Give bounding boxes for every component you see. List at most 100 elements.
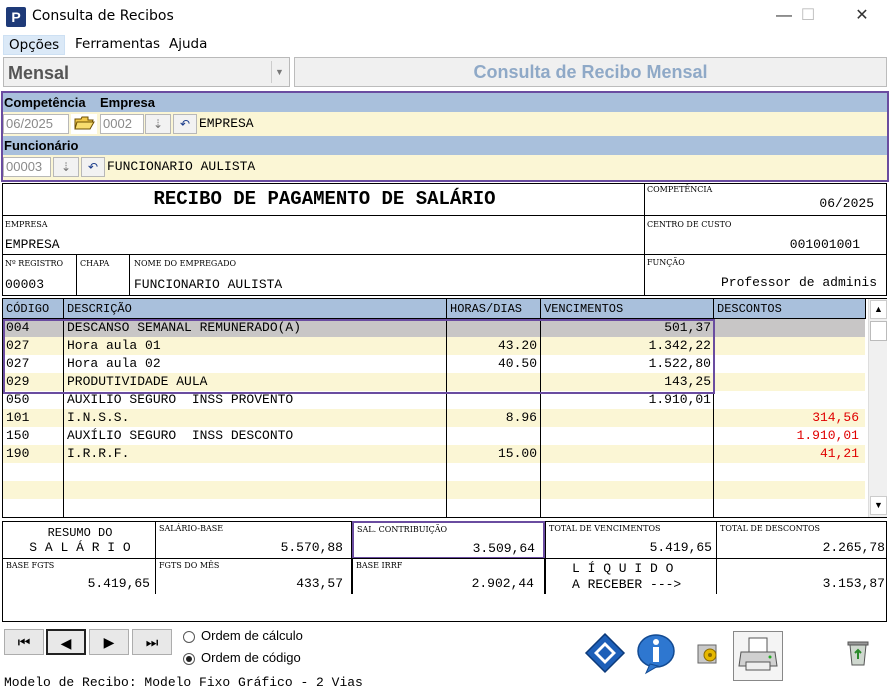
total-desc-label: TOTAL DE DESCONTOS [720, 524, 821, 533]
menu-opcoes[interactable]: Opções [3, 35, 66, 55]
empresa-label: Empresa [100, 95, 155, 110]
window-title: Consulta de Recibos [32, 8, 174, 24]
fgts-mes-value: 433,57 [296, 576, 343, 591]
menu-ajuda[interactable]: Ajuda [164, 35, 212, 55]
title-bar: P Consulta de Recibos — ☐ ✕ [0, 0, 894, 32]
col-header-descontos[interactable]: DESCONTOS [714, 299, 866, 319]
table-row[interactable]: 004 DESCANSO SEMANAL REMUNERADO(A) 501,37 [3, 319, 865, 337]
mode-select[interactable]: Mensal ▼ [3, 57, 290, 87]
chevron-down-icon[interactable]: ▼ [271, 61, 287, 83]
model-label: Modelo de Recibo: Modelo Fixo Gráfico - … [4, 675, 363, 690]
menu-ferramentas[interactable]: Ferramentas [70, 35, 165, 55]
table-row[interactable]: 150 AUXÍLIO SEGURO INSS DESCONTO 1.910,01 [3, 427, 865, 445]
folder-open-icon[interactable] [71, 114, 97, 134]
cell-vencimentos [543, 427, 711, 445]
scroll-down-icon[interactable]: ▼ [870, 496, 887, 515]
vertical-scrollbar[interactable]: ▲ ▼ [868, 299, 887, 517]
col-header-codigo[interactable]: CÓDIGO [3, 299, 64, 319]
sal-contrib-label: SAL. CONTRIBUIÇÃO [357, 525, 448, 534]
fgts-mes-box: FGTS DO MÊS 433,57 [155, 558, 352, 595]
base-fgts-label: BASE FGTS [6, 561, 55, 570]
scroll-thumb[interactable] [870, 321, 887, 341]
liquido-line2: A RECEBER ---> [572, 577, 682, 592]
col-header-vencimentos[interactable]: VENCIMENTOS [541, 299, 714, 319]
summary-footer [2, 594, 887, 622]
base-irrf-label: BASE IRRF [356, 561, 403, 570]
table-row[interactable]: 029 PRODUTIVIDADE AULA 143,25 [3, 373, 865, 391]
print-button[interactable] [733, 631, 783, 681]
table-body: 004 DESCANSO SEMANAL REMUNERADO(A) 501,37 0… [3, 319, 865, 517]
cell-vencimentos: 501,37 [664, 320, 711, 335]
cell-descontos [716, 319, 859, 337]
centro-custo-label: CENTRO DE CUSTO [647, 220, 732, 229]
items-table[interactable]: CÓDIGO DESCRIÇÃO HORAS/DIAS VENCIMENTOS … [2, 298, 887, 518]
competencia-box-label: COMPETÊNCIA [647, 185, 713, 194]
order-calc-radio[interactable] [183, 631, 195, 643]
col-divider [446, 319, 447, 517]
table-row[interactable]: 027 Hora aula 01 43.20 1.342,22 [3, 337, 865, 355]
cell-descontos [716, 337, 859, 355]
table-row[interactable] [3, 499, 865, 517]
col-header-descricao[interactable]: DESCRIÇÃO [64, 299, 447, 319]
table-row[interactable]: 050 AUXÍLIO SEGURO INSS PROVENTO 1.910,01 [3, 391, 865, 409]
nome-value: FUNCIONARIO AULISTA [134, 277, 283, 292]
cell-codigo: 004 [6, 320, 30, 335]
funcionario-name: FUNCIONARIO AULISTA [107, 159, 256, 174]
funcionario-code-input[interactable]: 00003 [3, 157, 51, 177]
empresa-box-label: EMPRESA [5, 220, 48, 229]
col-header-horas[interactable]: HORAS/DIAS [447, 299, 541, 319]
undo-icon[interactable]: ↶ [173, 114, 197, 134]
prev-record-button[interactable]: ◀ [46, 629, 86, 655]
download-icon[interactable]: ⇣ [145, 114, 171, 134]
cell-codigo: 190 [6, 446, 30, 461]
first-record-button[interactable]: ⏮ [4, 629, 44, 655]
cell-descontos [716, 355, 859, 373]
cell-horas: 40.50 [497, 356, 537, 371]
empresa-name: EMPRESA [199, 116, 254, 131]
delete-button[interactable] [834, 631, 882, 681]
table-row[interactable]: 101 I.N.S.S. 8.96 314,56 [3, 409, 865, 427]
maximize-button[interactable]: ☐ [786, 0, 830, 32]
last-record-button[interactable]: ⏭ [132, 629, 172, 655]
download-icon[interactable]: ⇣ [53, 157, 79, 177]
settings-button[interactable] [684, 631, 732, 681]
order-calc-label[interactable]: Ordem de cálculo [201, 628, 303, 643]
empresa-box: EMPRESA EMPRESA [2, 215, 645, 255]
order-code-radio[interactable] [183, 653, 195, 665]
cell-vencimentos: 143,25 [664, 374, 711, 389]
funcionario-label: Funcionário [4, 138, 79, 153]
base-irrf-box: BASE IRRF 2.902,44 [352, 558, 545, 595]
close-button[interactable]: ✕ [840, 0, 884, 32]
table-row[interactable] [3, 481, 865, 499]
cell-descricao: Hora aula 01 [67, 338, 161, 353]
info-button[interactable] [632, 631, 680, 681]
sal-contrib-value: 3.509,64 [472, 541, 535, 556]
funcao-label: FUNÇÃO [647, 258, 685, 267]
cell-descontos: 41,21 [819, 446, 859, 461]
undo-icon[interactable]: ↶ [81, 157, 105, 177]
table-row[interactable]: 190 I.R.R.F. 15.00 41,21 [3, 445, 865, 463]
table-row[interactable] [3, 463, 865, 481]
recycle-bin-icon [847, 641, 869, 666]
receipt-title-box: RECIBO DE PAGAMENTO DE SALÁRIO [2, 183, 645, 216]
settings-icon [697, 644, 717, 664]
empresa-code-input[interactable]: 0002 [100, 114, 144, 134]
next-record-button[interactable]: ▶ [89, 629, 129, 655]
calculator-icon [584, 632, 626, 674]
liquido-line1: L Í Q U I D O [572, 561, 674, 576]
receipt-title: RECIBO DE PAGAMENTO DE SALÁRIO [153, 188, 496, 210]
total-desc-value: 2.265,78 [822, 540, 885, 555]
next-icon: ▶ [103, 634, 115, 650]
competencia-box-value: 06/2025 [819, 196, 874, 211]
chapa-label: CHAPA [80, 259, 110, 268]
calculate-button[interactable] [581, 631, 629, 681]
order-code-label[interactable]: Ordem de código [201, 650, 301, 665]
registro-box: Nº REGISTRO 00003 [2, 254, 77, 296]
salario-base-box: SALÁRIO-BASE 5.570,88 [155, 521, 352, 559]
table-row[interactable]: 027 Hora aula 02 40.50 1.522,80 [3, 355, 865, 373]
liquido-box: 3.153,87 [716, 558, 887, 595]
competencia-input[interactable]: 06/2025 [3, 114, 69, 134]
total-venc-box: TOTAL DE VENCIMENTOS 5.419,65 [545, 521, 717, 559]
scroll-up-icon[interactable]: ▲ [870, 300, 887, 319]
funcao-value: Professor de adminis [720, 275, 877, 290]
